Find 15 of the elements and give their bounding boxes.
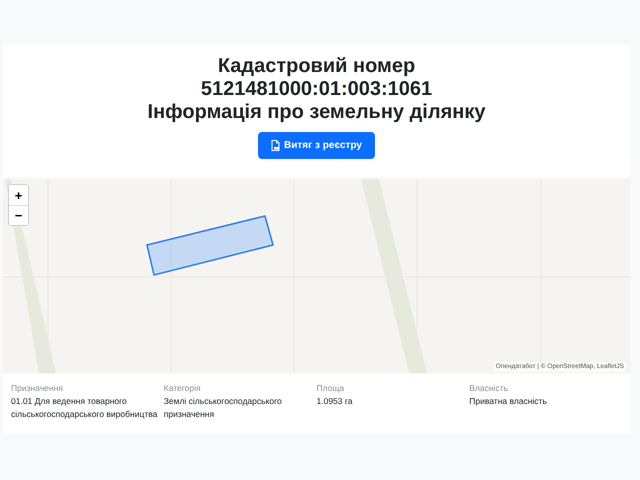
pdf-file-icon [271,140,280,151]
page-title: Кадастровий номер [216,55,416,78]
field-value: 01.01 Для ведення товарного сільськогосподарського виробництва [11,395,158,421]
field-label: Категорія [164,382,202,395]
field-value: Землі сільськогосподарського призначення [164,395,283,421]
page-title: Інформація про земельну ділянку [146,101,486,124]
parcel-polygon[interactable] [146,215,274,276]
zoom-out-button[interactable]: − [9,205,28,225]
field-value: 1.0953 га [316,395,354,408]
page-title: 5121481000:01:003:1061 [200,78,434,101]
extract-button[interactable]: Витяг з реєстру [258,132,375,159]
field-label: Площа [316,382,346,395]
field-label: Власність [469,382,510,395]
field-value: Приватна власність [469,395,548,408]
field-label: Призначення [11,382,64,395]
